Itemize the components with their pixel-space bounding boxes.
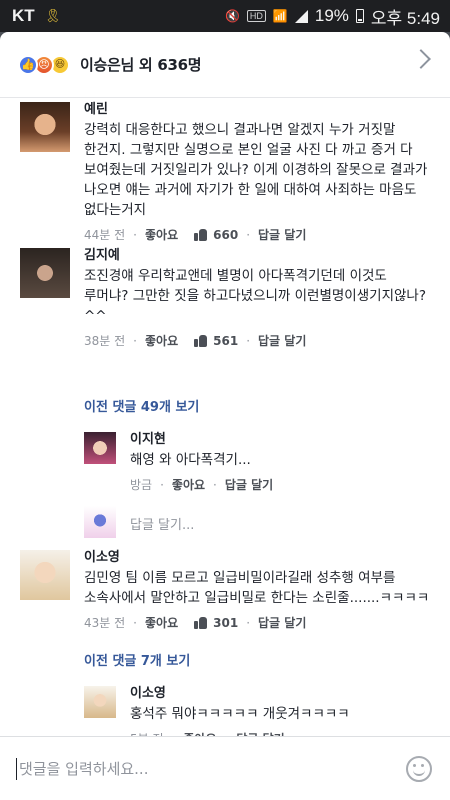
- ribbon-icon: 🎗: [44, 8, 62, 23]
- reply-text: 해영 와 아다폭격기...: [130, 452, 251, 468]
- clock: 오후 5:49: [370, 8, 440, 28]
- author-name[interactable]: 이지현: [130, 432, 430, 448]
- like-count: 561: [213, 333, 239, 348]
- emoji-icon[interactable]: [406, 755, 432, 782]
- comments-sheet: 👍 😠 😆 이승은님 외 636명 예린 강력히 대응한다고 했으니 결과나면 …: [0, 32, 450, 800]
- carrier-label: KT: [12, 6, 35, 25]
- comment-text: 강력히 대응한다고 했으니 결과나면 알겠지 누가 거짓말 한건지. 그렇지만 …: [84, 122, 428, 218]
- like-count: 660: [213, 227, 239, 242]
- status-icons: 🔇 HD 📶 19% 오후 5:49: [225, 4, 440, 29]
- avatar[interactable]: [84, 686, 116, 718]
- author-name[interactable]: 이소영: [84, 550, 434, 566]
- comment-text: 조진경얘 우리학교앤데 별명이 아다폭격기던데 이것도 루머냐? 그만한 짓을 …: [84, 268, 426, 324]
- comment-composer[interactable]: 댓글을 입력하세요...: [0, 736, 450, 800]
- reply-meta: 방금 · 좋아요 · 답글 달기: [130, 476, 274, 493]
- comment-input[interactable]: 댓글을 입력하세요...: [19, 758, 148, 779]
- comment-meta: 43분 전 · 좋아요 301 · 답글 달기: [84, 614, 307, 631]
- reaction-icons: 👍 😠 😆: [18, 54, 70, 75]
- text-cursor: [16, 757, 17, 780]
- comment-meta: 38분 전 · 좋아요 561 · 답글 달기: [84, 332, 307, 349]
- my-avatar: [84, 506, 116, 538]
- reply-button[interactable]: 답글 달기: [258, 614, 306, 631]
- reply-input-row[interactable]: 답글 달기...: [84, 506, 434, 538]
- battery-percent: 19%: [314, 6, 349, 25]
- like-button[interactable]: 좋아요: [145, 332, 178, 349]
- like-button[interactable]: 좋아요: [172, 476, 205, 493]
- comment-meta: 44분 전 · 좋아요 660 · 답글 달기: [84, 226, 307, 243]
- thumbs-up-icon: [194, 616, 208, 629]
- like-count: 301: [213, 615, 239, 630]
- avatar[interactable]: [20, 248, 70, 298]
- avatar[interactable]: [20, 102, 70, 152]
- thumbs-up-icon: [194, 334, 208, 347]
- reply-button[interactable]: 답글 달기: [258, 226, 306, 243]
- wifi-icon: 📶: [272, 9, 288, 23]
- comment-body: 예린 강력히 대응한다고 했으니 결과나면 알겠지 누가 거짓말 한건지. 그렇…: [84, 102, 434, 243]
- author-name[interactable]: 이소영: [130, 686, 430, 702]
- timestamp: 44분 전: [84, 228, 126, 242]
- author-name[interactable]: 김지예: [84, 248, 434, 264]
- comment-text: 김민영 팀 이름 모르고 일급비밀이라길래 성추행 여부를 소속사에서 말안하고…: [84, 570, 430, 606]
- author-name[interactable]: 예린: [84, 102, 434, 118]
- chevron-right-icon[interactable]: [411, 49, 431, 69]
- timestamp: 43분 전: [84, 616, 126, 630]
- timestamp: 38분 전: [84, 334, 126, 348]
- comment-body: 이소영 김민영 팀 이름 모르고 일급비밀이라길래 성추행 여부를 소속사에서 …: [84, 550, 434, 631]
- view-previous-replies-link[interactable]: 이전 댓글 49개 보기: [84, 396, 199, 415]
- view-previous-replies-link[interactable]: 이전 댓글 7개 보기: [84, 650, 190, 669]
- reply-button[interactable]: 답글 달기: [225, 476, 273, 493]
- reply-button[interactable]: 답글 달기: [258, 332, 306, 349]
- status-bar: KT 🎗 🔇 HD 📶 19% 오후 5:49: [0, 0, 450, 32]
- like-button[interactable]: 좋아요: [145, 226, 178, 243]
- mute-icon: 🔇: [224, 9, 240, 23]
- reply-body: 이지현 해영 와 아다폭격기... 방금 · 좋아요 · 답글 달기: [130, 432, 430, 493]
- hd-icon: HD: [246, 10, 266, 22]
- thumbs-up-icon: [194, 228, 208, 241]
- reply-text: 홍석주 뭐야ㅋㅋㅋㅋㅋ 개웃겨ㅋㅋㅋㅋ: [130, 706, 350, 722]
- like-icon: 👍: [18, 54, 38, 75]
- comment-body: 김지예 조진경얘 우리학교앤데 별명이 아다폭격기던데 이것도 루머냐? 그만한…: [84, 248, 434, 349]
- avatar[interactable]: [84, 432, 116, 464]
- battery-icon: [355, 9, 364, 23]
- timestamp: 방금: [130, 478, 153, 492]
- reply-input[interactable]: 답글 달기...: [130, 514, 194, 533]
- reactions-bar[interactable]: 👍 😠 😆 이승은님 외 636명: [0, 32, 450, 98]
- avatar[interactable]: [20, 550, 70, 600]
- likers-summary: 이승은님 외 636명: [80, 56, 202, 74]
- signal-icon: [294, 9, 308, 23]
- like-button[interactable]: 좋아요: [145, 614, 178, 631]
